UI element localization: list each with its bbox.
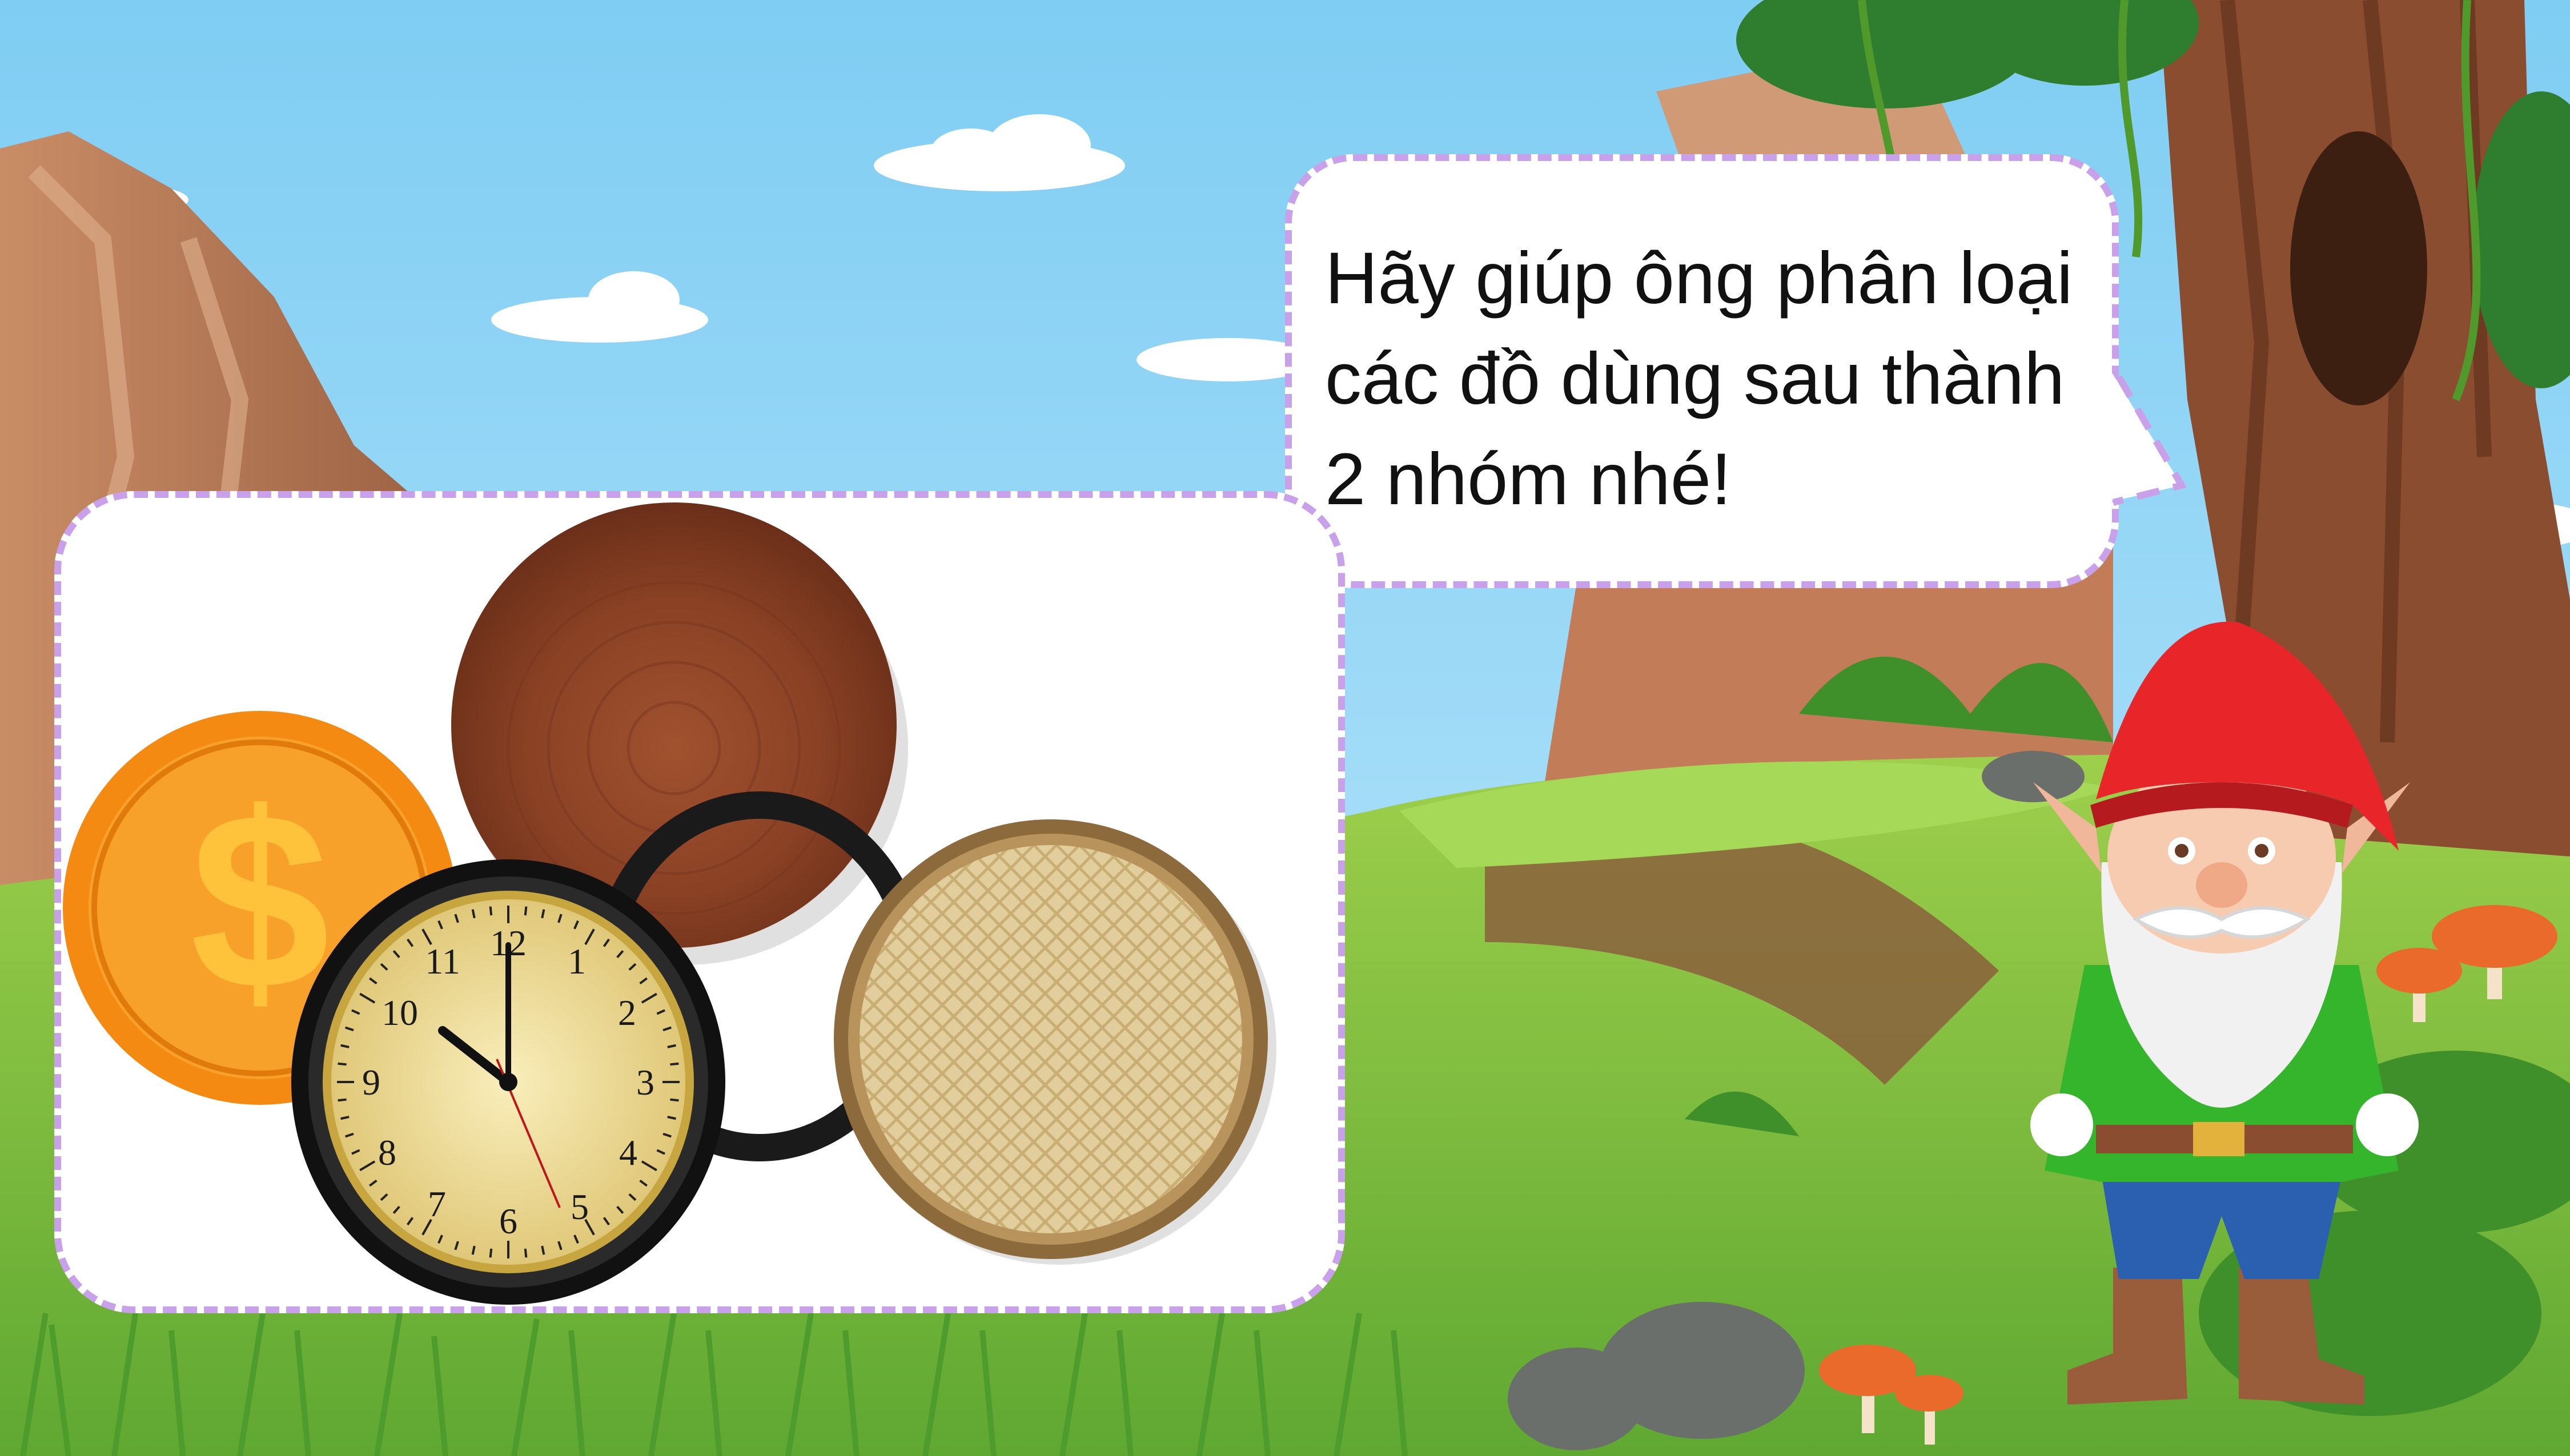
clock-number-2: 2 <box>618 992 636 1033</box>
instruction-line-1: Hãy giúp ông phân loại <box>1325 238 2073 319</box>
woven-bamboo-tray[interactable] <box>828 811 1279 1268</box>
speech-bubble-tail <box>2107 365 2187 506</box>
instruction-text: Hãy giúp ông phân loại các đồ dùng sau t… <box>1325 228 2102 530</box>
clock-number-1: 1 <box>568 941 586 982</box>
clock-number-3: 3 <box>636 1062 654 1103</box>
clock-tick <box>489 1248 493 1258</box>
garden-gnome <box>2030 621 2419 1405</box>
wall-clock[interactable]: 12 1 2 3 4 5 6 7 8 9 10 11 <box>286 854 731 1310</box>
clock-tick <box>670 1062 679 1066</box>
clock-number-4: 4 <box>619 1132 637 1173</box>
clock-number-10: 10 <box>382 992 418 1033</box>
clock-tick <box>670 1098 679 1102</box>
clock-tick <box>338 1098 347 1102</box>
instruction-line-3: 2 nhóm nhé! <box>1325 439 1732 520</box>
clock-number-9: 9 <box>362 1062 380 1103</box>
clock-tick <box>489 906 493 916</box>
clock-number-6: 6 <box>499 1201 517 1241</box>
clock-number-11: 11 <box>425 941 460 982</box>
clock-tick <box>524 906 528 916</box>
clock-number-5: 5 <box>571 1186 589 1227</box>
clock-number-7: 7 <box>428 1184 446 1224</box>
instruction-line-2: các đồ dùng sau thành <box>1325 338 2065 420</box>
clock-tick <box>524 1248 528 1258</box>
clock-tick <box>338 1062 347 1066</box>
clock-number-8: 8 <box>378 1132 396 1173</box>
